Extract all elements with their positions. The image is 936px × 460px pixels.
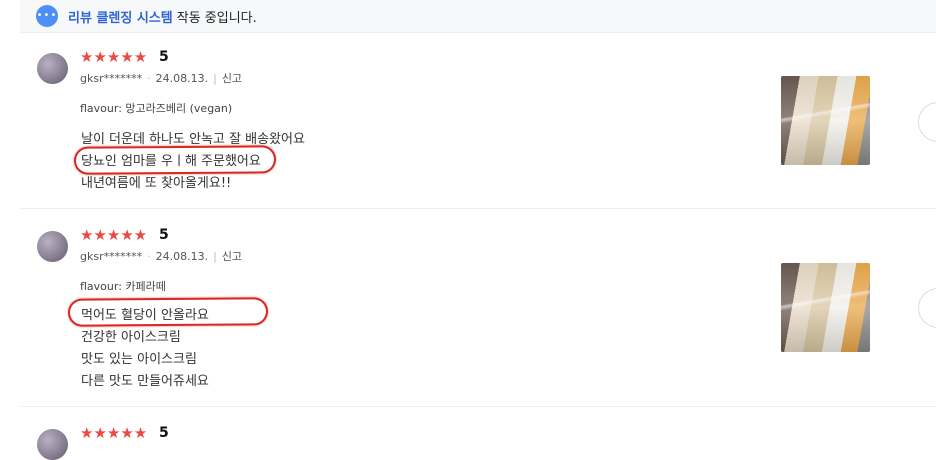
author-name: gksr******* bbox=[80, 250, 143, 263]
star-rating: ★★★★★ bbox=[80, 226, 148, 244]
author-name: gksr******* bbox=[80, 72, 143, 85]
review-date: 24.08.13. bbox=[155, 250, 209, 263]
report-link[interactable]: 신고 bbox=[222, 72, 242, 85]
avatar bbox=[37, 231, 68, 262]
product-option: flavour: 카페라떼 bbox=[80, 280, 166, 293]
rating-score: 5 bbox=[159, 425, 169, 441]
review-photo[interactable] bbox=[781, 263, 870, 352]
star-rating: ★★★★★ bbox=[80, 424, 148, 442]
review-item: ★★★★★ 5 bbox=[20, 424, 936, 460]
rating-score: 5 bbox=[159, 49, 169, 65]
next-arrow-button[interactable] bbox=[918, 288, 936, 328]
chat-bubble-icon: ••• bbox=[36, 5, 58, 27]
review-text-line: 맛도 있는 아이스크림 bbox=[81, 352, 197, 367]
review-item: ★★★★★ 5 gksr******* · 24.08.13. | 신고 flavour… bbox=[20, 226, 936, 407]
review-meta: gksr******* · 24.08.13. | 신고 bbox=[80, 70, 242, 86]
review-text-line: 내년여름에 또 찾아올게요!! bbox=[81, 176, 232, 191]
review-text-line: 다른 맛도 만들어쥬세요 bbox=[81, 374, 209, 389]
report-link[interactable]: 신고 bbox=[222, 250, 242, 263]
meta-divider: | bbox=[213, 250, 217, 263]
next-arrow-button[interactable] bbox=[918, 102, 936, 142]
status-text: 작동 중입니다. bbox=[176, 10, 257, 26]
cleansing-status-banner: ••• 리뷰 클렌징 시스템 작동 중입니다. bbox=[20, 0, 936, 33]
avatar bbox=[37, 429, 68, 460]
system-name: 리뷰 클렌징 시스템 bbox=[68, 10, 173, 26]
avatar bbox=[37, 53, 68, 84]
product-option: flavour: 망고라즈베리 (vegan) bbox=[80, 102, 233, 115]
meta-dot: · bbox=[147, 72, 151, 85]
review-photo[interactable] bbox=[781, 76, 870, 165]
review-meta: gksr******* · 24.08.13. | 신고 bbox=[80, 248, 242, 264]
highlight-annotation bbox=[67, 297, 269, 327]
rating-score: 5 bbox=[159, 227, 169, 243]
meta-divider: | bbox=[213, 72, 217, 85]
star-rating: ★★★★★ bbox=[80, 48, 148, 66]
review-text-line: 날이 더운데 하나도 안녹고 잘 배송왔어요 bbox=[81, 132, 305, 147]
review-item: ★★★★★ 5 gksr******* · 24.08.13. | 신고 flavour… bbox=[20, 48, 936, 209]
review-text-line: 건강한 아이스크림 bbox=[81, 330, 181, 345]
meta-dot: · bbox=[147, 250, 151, 263]
review-date: 24.08.13. bbox=[155, 72, 209, 85]
highlight-annotation bbox=[73, 145, 277, 175]
